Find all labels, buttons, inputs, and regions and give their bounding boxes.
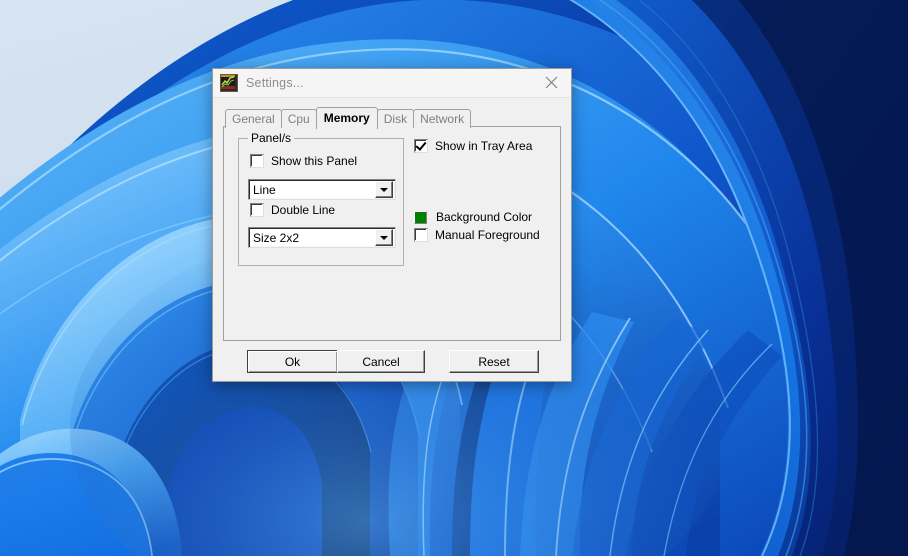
tab-disk[interactable]: Disk	[377, 109, 414, 128]
ok-button[interactable]: Ok	[247, 350, 338, 373]
close-icon[interactable]	[531, 69, 571, 96]
tab-general[interactable]: General	[225, 109, 282, 128]
manual-foreground-row[interactable]: Manual Foreground	[414, 228, 540, 242]
show-in-tray-row[interactable]: Show in Tray Area	[414, 139, 532, 153]
background-color-row[interactable]: Background Color	[414, 210, 532, 224]
show-this-panel-row[interactable]: Show this Panel	[250, 154, 357, 168]
tab-cpu[interactable]: Cpu	[281, 109, 317, 128]
chevron-down-icon[interactable]	[375, 181, 393, 198]
panels-groupbox-title: Panel/s	[248, 131, 294, 145]
cancel-button[interactable]: Cancel	[337, 350, 425, 373]
tab-network[interactable]: Network	[413, 109, 471, 128]
graph-type-combo-value: Line	[249, 183, 375, 197]
double-line-checkbox[interactable]	[250, 203, 264, 217]
double-line-label: Double Line	[271, 203, 335, 217]
graph-type-combo[interactable]: Line	[248, 179, 396, 200]
double-line-row[interactable]: Double Line	[250, 203, 335, 217]
background-color-swatch[interactable]	[414, 211, 427, 224]
size-combo[interactable]: Size 2x2	[248, 227, 396, 248]
background-color-label: Background Color	[436, 210, 532, 224]
show-this-panel-label: Show this Panel	[271, 154, 357, 168]
show-in-tray-label: Show in Tray Area	[435, 139, 532, 153]
performance-graph-icon	[220, 74, 238, 92]
panels-groupbox: Panel/s Show this Panel Line Double Line…	[238, 138, 404, 266]
show-in-tray-checkbox[interactable]	[414, 139, 428, 153]
show-this-panel-checkbox[interactable]	[250, 154, 264, 168]
dialog-button-bar: Ok Cancel Reset	[213, 341, 571, 381]
tab-memory[interactable]: Memory	[316, 107, 378, 129]
dialog-titlebar[interactable]: Settings...	[213, 69, 571, 98]
manual-foreground-checkbox[interactable]	[414, 228, 428, 242]
size-combo-value: Size 2x2	[249, 231, 375, 245]
manual-foreground-label: Manual Foreground	[435, 228, 540, 242]
settings-dialog: Settings... General Cpu Memory Disk Netw…	[212, 68, 572, 382]
reset-button[interactable]: Reset	[449, 350, 539, 373]
dialog-title: Settings...	[246, 76, 304, 90]
tab-page-memory: Panel/s Show this Panel Line Double Line…	[223, 126, 561, 341]
chevron-down-icon-2[interactable]	[375, 229, 393, 246]
tab-strip: General Cpu Memory Disk Network	[225, 107, 571, 128]
